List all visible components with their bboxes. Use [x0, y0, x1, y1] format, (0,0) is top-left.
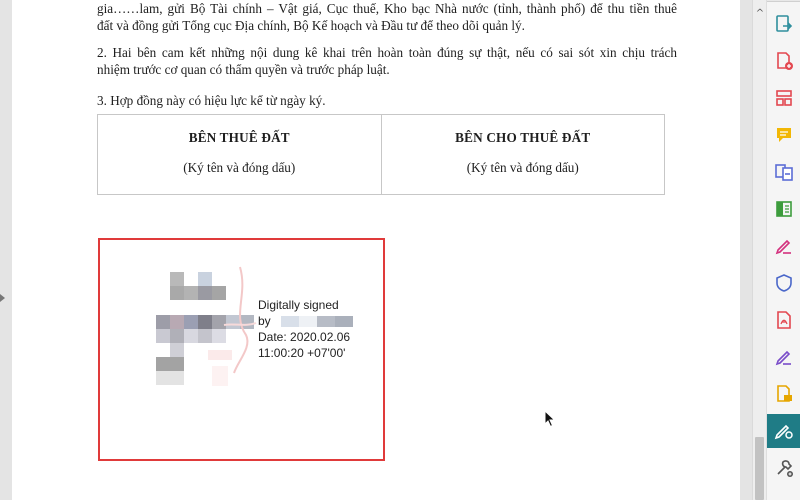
paragraph-line: đất và đồng gửi Tổng cục Địa chính, Bộ K…	[97, 18, 525, 33]
signature-line-4: 11:00:20 +07'00'	[258, 346, 346, 360]
mouse-cursor-icon	[544, 410, 556, 428]
send-track-icon[interactable]	[767, 377, 800, 411]
more-tools-icon[interactable]	[767, 451, 800, 485]
protect-icon[interactable]	[767, 266, 800, 300]
export-pdf-icon[interactable]	[767, 7, 800, 41]
document-viewport[interactable]: gia……lam, gửi Bộ Tài chính – Vật giá, Cụ…	[0, 0, 752, 500]
paragraph-1: gia……lam, gửi Bộ Tài chính – Vật giá, Cụ…	[97, 0, 677, 34]
comment-icon[interactable]	[767, 118, 800, 152]
signature-table: BÊN THUÊ ĐẤT (Ký tên và đóng dấu) BÊN CH…	[97, 114, 665, 195]
organize-pages-icon[interactable]	[767, 81, 800, 115]
scroll-up-arrow-icon[interactable]: ^	[754, 8, 766, 20]
tools-pane	[766, 0, 800, 500]
signature-line-3: Date: 2020.02.06	[258, 330, 351, 344]
left-panel-expand-handle[interactable]	[0, 294, 5, 302]
fill-sign-icon[interactable]	[767, 229, 800, 263]
signature-stroke-icon	[223, 266, 257, 374]
signature-line-1: Digitally signed	[258, 298, 339, 312]
send-for-signature-icon[interactable]	[767, 340, 800, 374]
certificates-icon[interactable]	[767, 414, 800, 448]
lessor-title: BÊN CHO THUÊ ĐẤT	[455, 130, 591, 145]
combine-files-icon[interactable]	[767, 155, 800, 189]
lessor-cell: BÊN CHO THUÊ ĐẤT (Ký tên và đóng dấu)	[380, 115, 665, 194]
lessor-subtitle: (Ký tên và đóng dấu)	[466, 160, 579, 175]
digital-signature-field[interactable]: Digitally signed by Date: 2020.02.06 11:…	[98, 238, 385, 461]
lessee-subtitle: (Ký tên và đóng dấu)	[183, 160, 296, 175]
export-pdf-red-icon[interactable]	[767, 303, 800, 337]
tools-pane-top-tab	[767, 0, 800, 2]
vertical-scrollbar[interactable]: ^	[752, 0, 766, 500]
signature-details: Digitally signed by Date: 2020.02.06 11:…	[258, 297, 353, 361]
scroll-thumb[interactable]	[755, 437, 764, 500]
paragraph-line: 2. Hai bên cam kết những nội dung kê kha…	[97, 45, 677, 60]
pdf-page: gia……lam, gửi Bộ Tài chính – Vật giá, Cụ…	[12, 0, 740, 500]
compare-files-icon[interactable]	[767, 192, 800, 226]
paragraph-line: 3. Hợp đồng này có hiệu lực kể từ ngày k…	[97, 93, 326, 108]
lessee-title: BÊN THUÊ ĐẤT	[188, 130, 290, 145]
create-pdf-icon[interactable]	[767, 44, 800, 78]
paragraph-line: gia……lam, gửi Bộ Tài chính – Vật giá, Cụ…	[97, 1, 677, 16]
lessee-cell: BÊN THUÊ ĐẤT (Ký tên và đóng dấu)	[98, 115, 381, 194]
signature-line-2: by	[258, 313, 353, 329]
paragraph-2: 2. Hai bên cam kết những nội dung kê kha…	[97, 44, 677, 78]
paragraph-line: nhiệm trước cơ quan có thẩm quyền và trư…	[97, 62, 390, 77]
paragraph-3: 3. Hợp đồng này có hiệu lực kể từ ngày k…	[97, 92, 677, 109]
blurred-signer-inline	[280, 316, 353, 328]
